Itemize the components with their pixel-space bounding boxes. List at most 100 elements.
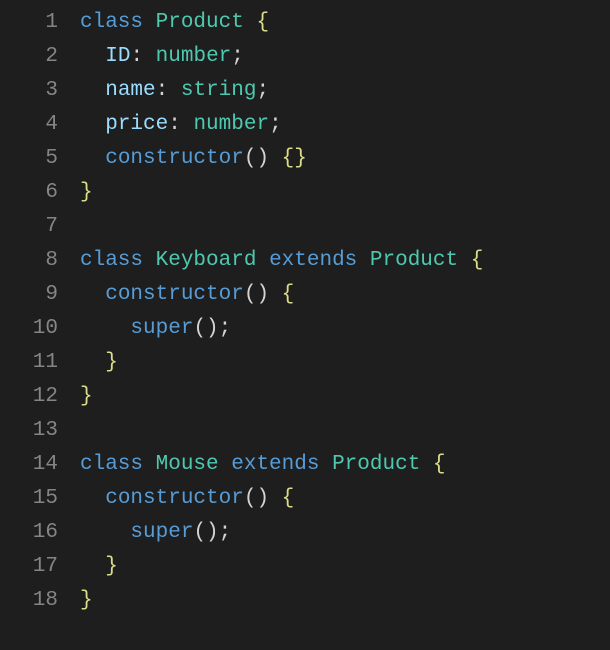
parens: () xyxy=(244,147,269,170)
indent xyxy=(80,521,130,544)
line-number: 14 xyxy=(0,448,58,482)
line-number: 15 xyxy=(0,482,58,516)
code-line[interactable]: super(); xyxy=(80,516,610,550)
line-number-gutter: 1 2 3 4 5 6 7 8 9 10 11 12 13 14 15 16 1… xyxy=(0,0,80,650)
parens: () xyxy=(244,487,269,510)
class-name: Mouse xyxy=(156,453,219,476)
property-name: price xyxy=(105,113,168,136)
code-line[interactable]: super(); xyxy=(80,312,610,346)
code-line[interactable]: class Mouse extends Product { xyxy=(80,448,610,482)
code-line[interactable]: ID: number; xyxy=(80,40,610,74)
semicolon: ; xyxy=(256,79,269,102)
indent xyxy=(80,113,105,136)
indent xyxy=(80,283,105,306)
line-number: 9 xyxy=(0,278,58,312)
semicolon: ; xyxy=(219,317,232,340)
space xyxy=(143,11,156,34)
code-line[interactable]: } xyxy=(80,550,610,584)
brace-close: } xyxy=(80,181,93,204)
class-name: Product xyxy=(332,453,420,476)
keyword-constructor: constructor xyxy=(105,283,244,306)
line-number: 13 xyxy=(0,414,58,448)
line-number: 1 xyxy=(0,6,58,40)
space xyxy=(420,453,433,476)
space xyxy=(269,487,282,510)
semicolon: ; xyxy=(269,113,282,136)
keyword-constructor: constructor xyxy=(105,147,244,170)
brace-close: } xyxy=(105,555,118,578)
line-number: 2 xyxy=(0,40,58,74)
code-line[interactable]: constructor() {} xyxy=(80,142,610,176)
type-name: string xyxy=(181,79,257,102)
parens: () xyxy=(244,283,269,306)
code-line[interactable]: price: number; xyxy=(80,108,610,142)
property-name: name xyxy=(105,79,155,102)
code-line[interactable]: } xyxy=(80,176,610,210)
line-number: 18 xyxy=(0,584,58,618)
space xyxy=(269,283,282,306)
semicolon: ; xyxy=(219,521,232,544)
brace-open: { xyxy=(471,249,484,272)
space xyxy=(319,453,332,476)
line-number: 10 xyxy=(0,312,58,346)
line-number: 16 xyxy=(0,516,58,550)
brace-open: { xyxy=(256,11,269,34)
space xyxy=(168,79,181,102)
indent xyxy=(80,45,105,68)
indent xyxy=(80,147,105,170)
space xyxy=(256,249,269,272)
parens: () xyxy=(193,317,218,340)
semicolon: ; xyxy=(231,45,244,68)
keyword-extends: extends xyxy=(269,249,357,272)
keyword-extends: extends xyxy=(231,453,319,476)
space xyxy=(181,113,194,136)
code-line[interactable]: } xyxy=(80,380,610,414)
line-number: 5 xyxy=(0,142,58,176)
code-line[interactable]: class Keyboard extends Product { xyxy=(80,244,610,278)
code-line[interactable]: } xyxy=(80,584,610,618)
keyword-super: super xyxy=(130,317,193,340)
type-name: number xyxy=(193,113,269,136)
code-line[interactable]: constructor() { xyxy=(80,482,610,516)
brace-close: } xyxy=(80,589,93,612)
colon: : xyxy=(168,113,181,136)
brace-open: { xyxy=(282,283,295,306)
code-line[interactable]: constructor() { xyxy=(80,278,610,312)
space xyxy=(143,249,156,272)
space xyxy=(458,249,471,272)
line-number: 8 xyxy=(0,244,58,278)
code-line[interactable]: name: string; xyxy=(80,74,610,108)
brace-open: { xyxy=(282,487,295,510)
class-name: Keyboard xyxy=(156,249,257,272)
code-line[interactable] xyxy=(80,414,610,448)
brace-close: } xyxy=(105,351,118,374)
space xyxy=(269,147,282,170)
keyword-super: super xyxy=(130,521,193,544)
code-line[interactable]: } xyxy=(80,346,610,380)
indent xyxy=(80,487,105,510)
line-number: 17 xyxy=(0,550,58,584)
code-editor[interactable]: 1 2 3 4 5 6 7 8 9 10 11 12 13 14 15 16 1… xyxy=(0,0,610,650)
space xyxy=(219,453,232,476)
line-number: 6 xyxy=(0,176,58,210)
keyword-class: class xyxy=(80,249,143,272)
space xyxy=(357,249,370,272)
braces-empty: {} xyxy=(282,147,307,170)
class-name: Product xyxy=(156,11,244,34)
line-number: 3 xyxy=(0,74,58,108)
code-line[interactable] xyxy=(80,210,610,244)
line-number: 7 xyxy=(0,210,58,244)
brace-close: } xyxy=(80,385,93,408)
line-number: 12 xyxy=(0,380,58,414)
line-number: 4 xyxy=(0,108,58,142)
colon: : xyxy=(156,79,169,102)
keyword-constructor: constructor xyxy=(105,487,244,510)
parens: () xyxy=(193,521,218,544)
property-name: ID xyxy=(105,45,130,68)
space xyxy=(143,45,156,68)
indent xyxy=(80,351,105,374)
type-name: number xyxy=(156,45,232,68)
indent xyxy=(80,79,105,102)
code-line[interactable]: class Product { xyxy=(80,6,610,40)
code-area[interactable]: class Product { ID: number; name: string… xyxy=(80,0,610,650)
